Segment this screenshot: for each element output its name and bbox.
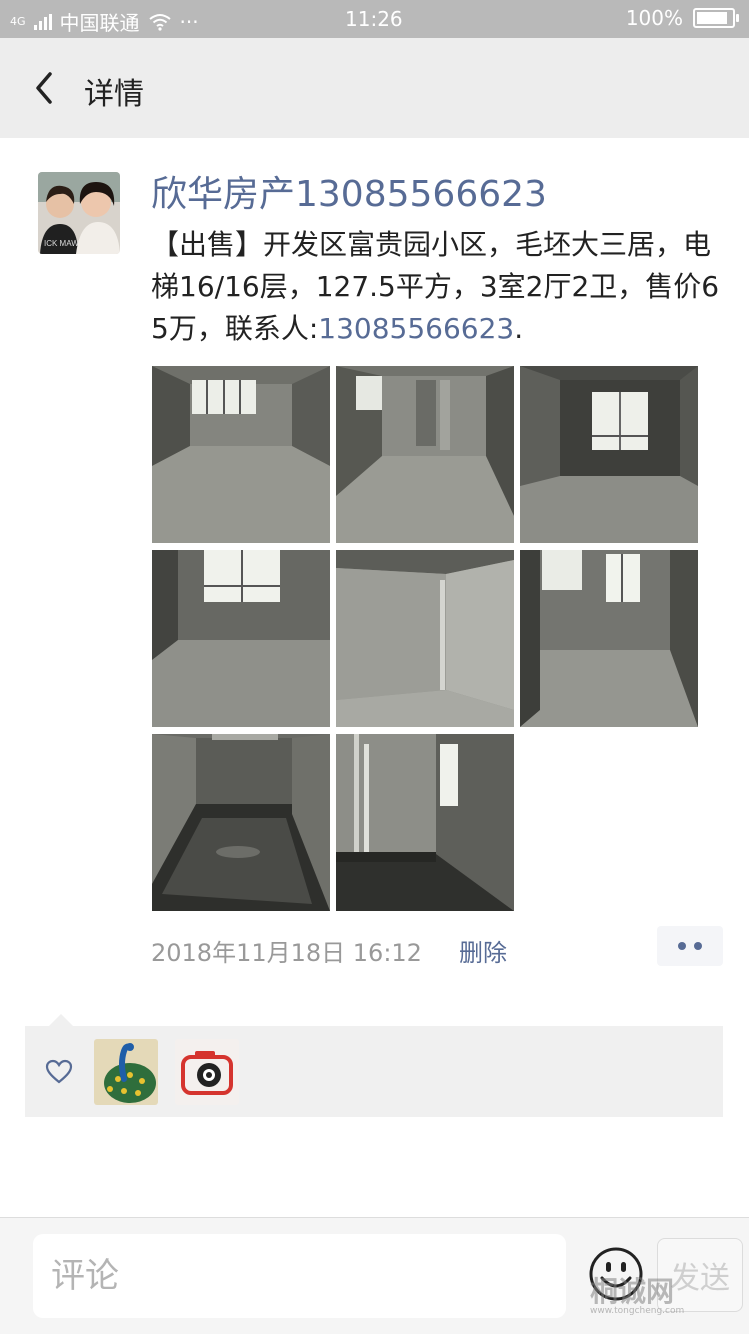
more-dots-icon bbox=[678, 942, 686, 950]
likes-panel bbox=[25, 1014, 723, 1117]
post-timestamp: 2018年11月18日 16:12 bbox=[151, 939, 422, 967]
watermark-logo: 桐诚网 www.tongcheng.com bbox=[590, 1270, 684, 1316]
clock: 11:26 bbox=[345, 7, 403, 31]
battery-fill bbox=[697, 12, 727, 24]
watermark-text: 桐诚网 bbox=[590, 1275, 675, 1308]
photo-1[interactable] bbox=[152, 366, 330, 543]
liker-avatar-peacock[interactable] bbox=[94, 1039, 158, 1105]
network-label: 4G bbox=[10, 15, 26, 28]
photo-7[interactable] bbox=[152, 734, 330, 911]
chevron-left-icon bbox=[36, 72, 52, 104]
comment-input[interactable] bbox=[33, 1234, 566, 1318]
post-ending: . bbox=[514, 312, 524, 345]
delete-button[interactable]: 删除 bbox=[459, 933, 507, 968]
back-button[interactable] bbox=[28, 68, 68, 108]
author-avatar[interactable]: ICK MAW bbox=[38, 172, 120, 254]
more-button[interactable] bbox=[657, 926, 723, 966]
page-title: 详情 bbox=[84, 77, 144, 112]
phone-link[interactable]: 13085566623 bbox=[318, 312, 514, 345]
photo-5[interactable] bbox=[336, 550, 514, 727]
photo-6[interactable] bbox=[520, 550, 698, 727]
more-indicator: ··· bbox=[179, 9, 199, 34]
carrier-label: 中国联通 bbox=[59, 11, 140, 35]
status-bar: 4G 中国联通 ··· 11:26 100% bbox=[0, 0, 749, 38]
watermark-url: www.tongcheng.com bbox=[590, 1306, 685, 1316]
more-dots-icon bbox=[694, 942, 702, 950]
svg-text:ICK MAW: ICK MAW bbox=[44, 239, 79, 248]
signal-icon bbox=[33, 13, 52, 30]
liker-avatar-camera[interactable] bbox=[175, 1039, 239, 1105]
photo-2[interactable] bbox=[336, 366, 514, 543]
photo-4[interactable] bbox=[152, 550, 330, 727]
photo-3[interactable] bbox=[520, 366, 698, 543]
battery-percent: 100% bbox=[625, 6, 683, 30]
battery-icon bbox=[693, 8, 739, 28]
author-name[interactable]: 欣华房产13085566623 bbox=[151, 165, 547, 217]
post-text: 【出售】开发区富贵园小区，毛坯大三居，电梯16/16层，127.5平方，3室2厅… bbox=[151, 224, 726, 350]
navigation-bar: 详情 bbox=[0, 38, 749, 138]
photo-8[interactable] bbox=[336, 734, 514, 911]
heart-icon bbox=[45, 1059, 73, 1084]
wifi-icon bbox=[148, 13, 171, 31]
